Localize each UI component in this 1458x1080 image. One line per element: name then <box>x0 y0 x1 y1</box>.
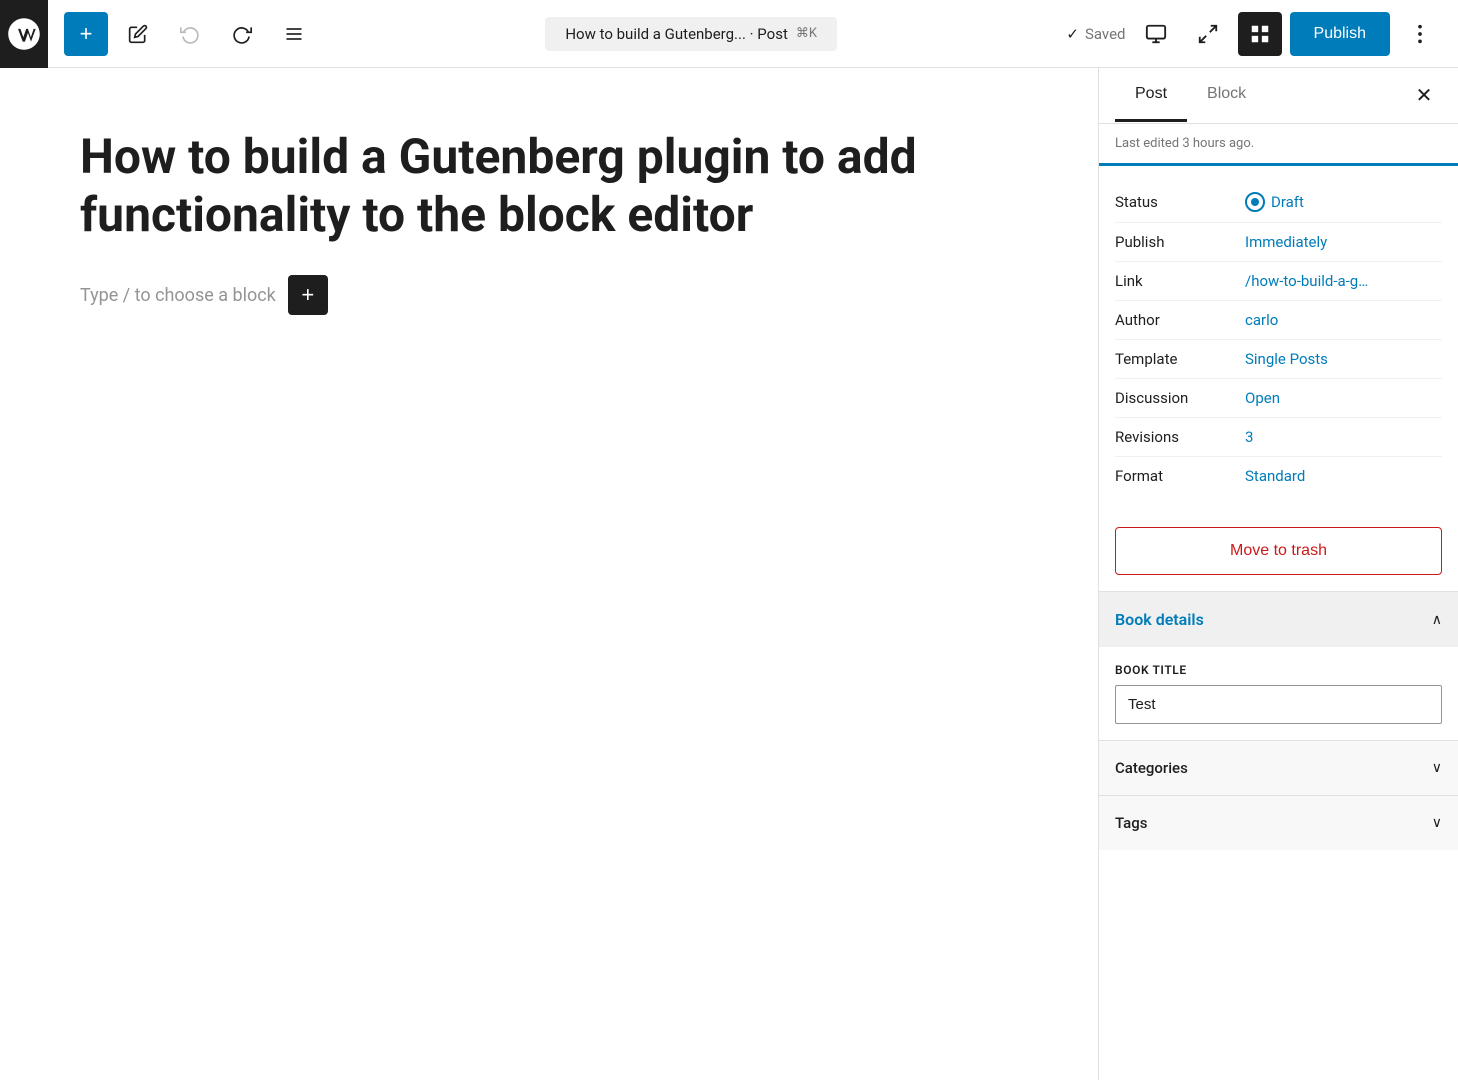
tags-section: Tags ∨ <box>1099 795 1458 850</box>
meta-row-publish: Publish Immediately <box>1115 223 1442 262</box>
placeholder-text: Type / to choose a block <box>80 285 276 306</box>
publish-button[interactable]: Publish <box>1290 12 1390 56</box>
meta-row-revisions: Revisions 3 <box>1115 418 1442 457</box>
tags-header[interactable]: Tags ∨ <box>1099 796 1458 850</box>
discussion-label: Discussion <box>1115 389 1245 407</box>
wp-logo <box>0 0 48 68</box>
discussion-value[interactable]: Open <box>1245 389 1280 407</box>
preview-desktop-button[interactable] <box>1134 12 1178 56</box>
categories-section: Categories ∨ <box>1099 740 1458 795</box>
redo-button[interactable] <box>220 12 264 56</box>
meta-row-author: Author carlo <box>1115 301 1442 340</box>
book-title-input[interactable] <box>1115 685 1442 724</box>
add-block-inline-button[interactable]: + <box>288 275 328 315</box>
title-text: How to build a Gutenberg... · Post <box>565 25 788 43</box>
shortcut-text: ⌘K <box>796 26 817 41</box>
revisions-value[interactable]: 3 <box>1245 428 1253 446</box>
book-details-section: Book details ∧ BOOK TITLE <box>1099 591 1458 740</box>
book-details-title: Book details <box>1115 610 1204 629</box>
edit-button[interactable] <box>116 12 160 56</box>
format-value[interactable]: Standard <box>1245 467 1305 485</box>
status-label: Status <box>1115 193 1245 211</box>
editor-area[interactable]: How to build a Gutenberg plugin to add f… <box>0 68 1098 1080</box>
template-label: Template <box>1115 350 1245 368</box>
title-pill[interactable]: How to build a Gutenberg... · Post ⌘K <box>545 17 837 51</box>
toolbar: + How to build a Gutenberg... · Post ⌘K <box>0 0 1458 68</box>
tags-chevron-icon: ∨ <box>1432 815 1442 831</box>
move-to-trash-button[interactable]: Move to trash <box>1115 527 1442 575</box>
book-title-label: BOOK TITLE <box>1115 663 1442 677</box>
tags-title: Tags <box>1115 814 1147 832</box>
fullscreen-button[interactable] <box>1186 12 1230 56</box>
status-value[interactable]: Draft <box>1245 192 1304 212</box>
author-label: Author <box>1115 311 1245 329</box>
meta-section: Status Draft Publish Immediately Link /h… <box>1099 166 1458 511</box>
meta-row-status: Status Draft <box>1115 182 1442 223</box>
publish-value[interactable]: Immediately <box>1245 233 1327 251</box>
author-value[interactable]: carlo <box>1245 311 1278 329</box>
more-options-button[interactable] <box>1398 12 1442 56</box>
meta-row-template: Template Single Posts <box>1115 340 1442 379</box>
categories-title: Categories <box>1115 759 1188 777</box>
list-view-button[interactable] <box>272 12 316 56</box>
check-icon: ✓ <box>1066 25 1079 43</box>
sidebar-content: Last edited 3 hours ago. Status Draft Pu… <box>1099 124 1458 1080</box>
sidebar-tabs: Post Block <box>1115 69 1406 122</box>
publish-label: Publish <box>1115 233 1245 251</box>
format-label: Format <box>1115 467 1245 485</box>
link-label: Link <box>1115 272 1245 290</box>
book-details-header[interactable]: Book details ∧ <box>1099 592 1458 647</box>
categories-chevron-icon: ∨ <box>1432 760 1442 776</box>
chevron-up-icon: ∧ <box>1432 612 1442 628</box>
last-edited-bar: Last edited 3 hours ago. <box>1099 124 1458 166</box>
sidebar: Post Block ✕ Last edited 3 hours ago. St… <box>1098 68 1458 1080</box>
meta-row-discussion: Discussion Open <box>1115 379 1442 418</box>
sidebar-close-button[interactable]: ✕ <box>1406 78 1442 114</box>
post-title[interactable]: How to build a Gutenberg plugin to add f… <box>80 128 1018 243</box>
sidebar-header: Post Block ✕ <box>1099 68 1458 124</box>
link-value[interactable]: /how-to-build-a-g… <box>1245 272 1368 290</box>
editor-placeholder-row: Type / to choose a block + <box>80 275 1018 315</box>
meta-row-link: Link /how-to-build-a-g… <box>1115 262 1442 301</box>
last-edited-text: Last edited 3 hours ago. <box>1115 136 1254 151</box>
meta-row-format: Format Standard <box>1115 457 1442 495</box>
toolbar-right: ✓ Saved Publis <box>1066 12 1442 56</box>
add-block-button[interactable]: + <box>64 12 108 56</box>
book-details-body: BOOK TITLE <box>1099 647 1458 740</box>
tab-block[interactable]: Block <box>1187 69 1266 122</box>
tab-post[interactable]: Post <box>1115 69 1187 122</box>
revisions-label: Revisions <box>1115 428 1245 446</box>
settings-toggle-button[interactable] <box>1238 12 1282 56</box>
categories-header[interactable]: Categories ∨ <box>1099 741 1458 795</box>
title-bar: How to build a Gutenberg... · Post ⌘K <box>324 17 1058 51</box>
saved-indicator: ✓ Saved <box>1066 25 1125 43</box>
undo-button[interactable] <box>168 12 212 56</box>
status-value-text: Draft <box>1271 193 1304 211</box>
draft-icon <box>1245 192 1265 212</box>
saved-text: Saved <box>1085 25 1126 43</box>
template-value[interactable]: Single Posts <box>1245 350 1328 368</box>
main-area: How to build a Gutenberg plugin to add f… <box>0 68 1458 1080</box>
